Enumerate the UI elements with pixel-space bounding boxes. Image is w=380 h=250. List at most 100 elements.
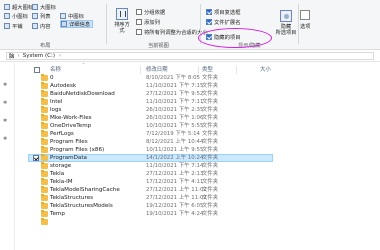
breadcrumb-drive[interactable]: System (C:) [23,53,55,59]
view-details[interactable]: 详细信息 [60,20,94,28]
file-row[interactable]: logs 26/10/2021 下午 2:35 文件夹 [0,106,380,114]
file-row[interactable]: Mke-Work-Files 26/10/2021 下午 1:06 文件夹 [0,114,380,122]
column-header-type[interactable]: 类型 [202,66,213,74]
file-name[interactable]: Intel [50,98,62,106]
file-name[interactable]: TeklaModelSharingCache [50,186,120,194]
file-row[interactable]: Program Files (x86) 10/11/2021 上午 9:55 文件夹 [0,146,380,154]
file-date-modified: 17/12/2021 下午 4:11 [146,179,204,185]
file-row[interactable] [0,218,380,226]
file-name[interactable]: storage [50,162,71,170]
item-check-boxes-toggle[interactable]: 项目复选框 [206,8,241,16]
file-row[interactable]: Intel 11/10/2021 下午 7:11 文件夹 [0,98,380,106]
file-name[interactable]: PerfLogs [50,130,74,138]
file-row[interactable]: PerfLogs 7/12/2019 下午 5:14 文件夹 [0,130,380,138]
file-row[interactable]: OneDriveTemp 10/10/2021 下午 5:55 文件夹 [0,122,380,130]
size-columns-icon [136,29,142,35]
file-name[interactable]: TeklaStructures [50,194,93,202]
file-date-modified: 19/10/2021 下午 4:24 [146,211,204,217]
column-header-size[interactable]: 大小 [260,66,271,74]
file-row[interactable]: TeklaStructuresModels 19/12/2021 下午 6:05 文… [0,202,380,210]
file-name[interactable]: Program Files [50,138,88,146]
folder-icon [41,106,48,113]
folder-icon [41,138,48,145]
size-all-columns-button[interactable]: 将所有列调整为合适的大小 [136,28,208,36]
sort-by-button[interactable]: 排序方式 [112,8,132,38]
breadcrumb-this-pc[interactable]: 脑 [9,52,15,60]
file-row[interactable]: TeklaStructures 27/12/2021 上午 11:01 文件夹 [0,194,380,202]
file-row[interactable]: BaiduNetdiskDownload 27/12/2021 下午 9:52 文件… [0,90,380,98]
ribbon-divider [298,4,299,44]
file-date-modified: 11/10/2021 下午 7:11 [146,99,204,105]
hide-selected-items-button[interactable]: 隐藏 所选项目 [274,10,298,38]
chevron-right-icon[interactable]: › [59,53,61,59]
view-tiles[interactable]: 平铺 [4,22,23,30]
file-row[interactable]: Tekla 27/12/2021 上午 2:13 文件夹 [0,170,380,178]
file-date-modified: 26/10/2021 下午 1:06 [146,115,204,121]
file-date-modified: 27/12/2021 上午 11:02 [146,187,207,193]
address-bar[interactable]: 脑 › System (C:) › [6,52,374,60]
file-name[interactable]: BaiduNetdiskDownload [50,90,115,98]
medium-icons-icon [60,13,66,19]
checkbox-icon [206,19,212,25]
file-date-modified: 10/11/2021 上午 9:55 [146,147,204,153]
file-name[interactable]: Tekla-IM [50,178,73,186]
file-row[interactable]: Temp 19/10/2021 下午 4:24 文件夹 [0,210,380,218]
file-date-modified: 14/1/2022 上午 10:24 [146,155,204,161]
folder-icon [41,146,48,153]
file-list: 0 8/10/2021 下午 8:05 文件夹 Autodesk 11/10/2021 … [0,74,380,226]
file-date-modified: 8/12/2021 上午 10:44 [146,139,204,145]
file-name[interactable]: OneDriveTemp [50,122,91,130]
file-date-modified: 11/10/2021 下午 7:14 [146,163,204,169]
file-extensions-toggle[interactable]: 文件扩展名 [206,18,241,26]
folder-icon [41,218,48,225]
ribbon: 超大图标 大图标 中图标 小图标 列表 详细信息 平铺 内容 布局 排序方式 分… [0,0,380,50]
file-type: 文件夹 [202,99,219,105]
folder-icon [41,130,48,137]
item-checkbox[interactable] [33,155,39,161]
file-row[interactable]: Tekla-IM 17/12/2021 下午 4:11 文件夹 [0,178,380,186]
file-row[interactable]: ProgramData 14/1/2022 上午 10:24 文件夹 [0,154,380,162]
folder-icon [41,202,48,209]
folder-icon [41,82,48,89]
file-name[interactable]: Mke-Work-Files [50,114,92,122]
view-medium-icons[interactable]: 中图标 [60,12,84,20]
view-content[interactable]: 内容 [32,22,51,30]
file-row[interactable]: 0 8/10/2021 下午 8:05 文件夹 [0,74,380,82]
file-row[interactable]: storage 11/10/2021 下午 7:14 文件夹 [0,162,380,170]
column-divider[interactable] [236,66,237,74]
file-name[interactable]: Program Files (x86) [50,146,104,154]
select-all-checkbox[interactable] [34,67,40,73]
view-small-icons[interactable]: 小图标 [4,12,28,20]
file-name[interactable]: Temp [50,210,65,218]
file-name[interactable]: logs [50,106,61,114]
file-name[interactable]: Tekla [50,170,64,178]
folder-icon [41,154,48,161]
folder-icon [41,162,48,169]
view-extra-large-icons[interactable]: 超大图标 [4,3,33,11]
group-by-button[interactable]: 分组依据 [136,8,165,16]
file-date-modified: 19/12/2021 下午 6:05 [146,203,204,209]
file-name[interactable]: ProgramData [50,154,87,162]
sort-icon [116,8,128,20]
file-name[interactable]: 0 [50,74,54,82]
column-header-date[interactable]: 修改日期 [146,66,168,74]
file-type: 文件夹 [202,155,219,161]
column-divider[interactable] [198,66,199,74]
file-type: 文件夹 [202,107,219,113]
file-name[interactable]: TeklaStructuresModels [50,202,113,210]
options-button[interactable]: 选项 [300,10,310,38]
file-date-modified: 8/10/2021 下午 8:05 [146,75,200,81]
column-header-name[interactable]: 名称 [50,66,61,74]
column-divider[interactable] [140,66,141,74]
extra-large-icons-icon [4,4,10,10]
file-row[interactable]: Autodesk 11/10/2021 下午 7:15 文件夹 [0,82,380,90]
file-date-modified: 11/10/2021 下午 7:15 [146,83,204,89]
view-large-icons[interactable]: 大图标 [32,3,56,11]
file-type: 文件夹 [202,147,219,153]
folder-icon [41,170,48,177]
file-row[interactable]: Program Files 8/12/2021 上午 10:44 文件夹 [0,138,380,146]
file-row[interactable]: TeklaModelSharingCache 27/12/2021 上午 11:0… [0,186,380,194]
file-name[interactable]: Autodesk [50,82,76,90]
view-list[interactable]: 列表 [32,12,51,20]
add-columns-button[interactable]: 添加列 [136,18,160,26]
